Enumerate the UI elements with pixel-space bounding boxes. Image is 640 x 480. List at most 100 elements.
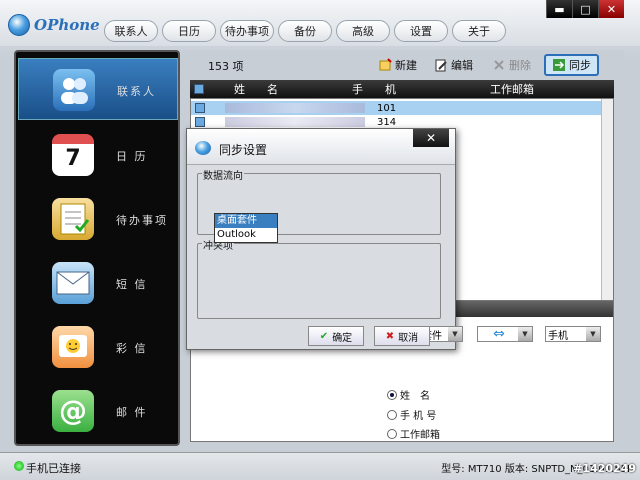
toolbar: 153 项 新建 编辑 删除 同步 [182,50,624,78]
row-checkbox[interactable] [195,117,205,127]
list-scrollbar[interactable] [601,99,613,309]
delete-label: 删除 [509,59,531,72]
sidebar-item-mms[interactable]: 彩 信 [18,316,178,378]
calendar-day: 7 [65,146,81,171]
chevron-down-icon: ▼ [448,327,462,341]
table-row[interactable]: 314 [191,115,603,129]
logo-icon [8,14,30,36]
select-all-checkbox[interactable] [194,84,204,94]
top-nav: 联系人 日历 待办事项 备份 高级 设置 关于 [104,20,506,42]
radio-name[interactable]: 姓 名 [387,387,430,402]
edit-button[interactable]: 编辑 [434,54,473,76]
sidebar-item-calendar[interactable]: 7 日 历 [18,124,178,186]
row-phone: 101 [377,102,397,114]
dialog-title: 同步设置 [219,143,268,157]
nav-advanced[interactable]: 高级 [336,20,390,42]
source-dropdown-list: 桌面套件 Outlook [214,213,278,243]
column-name[interactable]: 姓 名 [234,81,352,97]
todo-icon [52,198,94,240]
ok-button[interactable]: ✔ 确定 [308,326,364,346]
radio-indicator [387,409,397,420]
new-button[interactable]: 新建 [378,54,417,76]
nav-todo[interactable]: 待办事项 [220,20,274,42]
sidebar-label: 彩 信 [116,342,148,355]
radio-indicator [387,389,397,400]
edit-icon [434,58,448,72]
target-combo[interactable]: 手机 ▼ [545,326,601,342]
table-header: 姓 名 手 机 工作邮箱 [190,80,614,98]
dialog-logo-icon [195,141,211,155]
column-email[interactable]: 工作邮箱 [490,81,534,97]
edit-label: 编辑 [451,59,473,72]
direction-combo[interactable]: ⇔ ▼ [477,326,533,342]
delete-button[interactable]: 删除 [492,54,531,76]
dropdown-option-desktop[interactable]: 桌面套件 [215,214,277,228]
chevron-down-icon: ▼ [586,327,600,341]
sidebar-label: 短 信 [116,278,148,291]
calendar-icon: 7 [52,134,94,176]
sidebar-item-email[interactable]: @ 邮 件 [18,380,178,442]
minimize-button[interactable]: ▬ [546,0,572,18]
sync-label: 同步 [569,59,591,72]
cancel-button[interactable]: ✖ 取消 [374,326,430,346]
bidirectional-arrow-icon: ⇔ [493,326,505,342]
close-window-button[interactable]: ✕ [598,0,624,18]
delete-icon [492,58,506,72]
sidebar-label: 联系人 [117,85,156,98]
target-combo-value: 手机 [548,330,568,342]
conflict-group: 冲突项 [197,237,441,319]
dropdown-option-outlook[interactable]: Outlook [215,228,277,242]
radio-indicator [387,428,397,439]
sync-button[interactable]: 同步 [544,54,599,76]
radio-label: 姓 名 [400,391,430,402]
nav-backup[interactable]: 备份 [278,20,332,42]
sidebar-label: 日 历 [116,150,148,163]
sms-icon [52,262,94,304]
watermark: #1420249 [573,462,636,475]
dialog-close-button[interactable]: ✕ [413,129,449,147]
sync-icon [552,58,566,72]
connected-icon [14,461,24,471]
radio-label: 工作邮箱 [400,430,440,441]
contacts-icon [53,69,95,111]
title-bar: OPhone 联系人 日历 待办事项 备份 高级 设置 关于 ▬ □ ✕ [0,0,640,46]
nav-about[interactable]: 关于 [452,20,506,42]
table-row[interactable]: 101 [191,101,603,115]
nav-settings[interactable]: 设置 [394,20,448,42]
blurred-name [225,117,365,127]
logo-text: OPhone [34,16,100,34]
column-phone[interactable]: 手 机 [352,81,490,97]
chevron-down-icon: ▼ [518,327,532,341]
app-logo: OPhone [6,10,106,38]
blurred-name [225,103,365,113]
cancel-label: 取消 [398,332,419,344]
nav-contacts[interactable]: 联系人 [104,20,158,42]
cancel-icon: ✖ [385,330,395,342]
item-count: 153 项 [208,60,244,73]
window-controls: ▬ □ ✕ [546,0,624,18]
dialog-title-bar: 同步设置 ✕ [187,129,455,165]
new-label: 新建 [395,59,417,72]
row-checkbox[interactable] [195,103,205,113]
mms-icon [52,326,94,368]
sidebar-item-sms[interactable]: 短 信 [18,252,178,314]
new-icon [378,58,392,72]
maximize-button[interactable]: □ [572,0,598,18]
status-bar: 手机已连接 型号: MT710 版本: SNPTD_N_01.01.55I [0,452,640,480]
connection-status: 手机已连接 [26,462,81,475]
sidebar-label: 邮 件 [116,406,148,419]
sidebar-item-todo[interactable]: 待办事项 [18,188,178,250]
sidebar: 联系人 7 日 历 待办事项 短 信 彩 信 @ 邮 件 [14,50,180,446]
radio-label: 手 机 号 [400,411,437,422]
data-direction-label: 数据流向 [202,167,244,182]
app-window: OPhone 联系人 日历 待办事项 备份 高级 设置 关于 ▬ □ ✕ 联系人… [0,0,640,480]
sidebar-item-contacts[interactable]: 联系人 [18,58,178,120]
radio-phone[interactable]: 手 机 号 [387,407,436,422]
radio-work-email[interactable]: 工作邮箱 [387,426,440,441]
check-icon: ✔ [319,330,329,342]
email-icon: @ [52,390,94,432]
sidebar-label: 待办事项 [116,214,168,227]
nav-calendar[interactable]: 日历 [162,20,216,42]
ok-label: 确定 [332,332,353,344]
row-phone: 314 [377,116,397,128]
